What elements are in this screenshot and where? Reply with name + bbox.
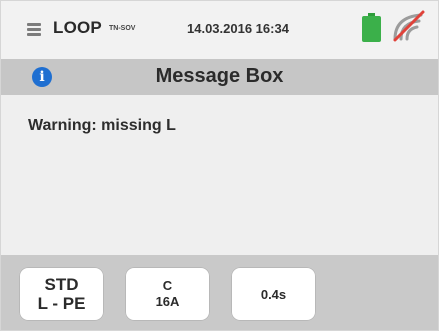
instrument-screen: LOOP TN-SOV 14.03.2016 16:34 Message Box… xyxy=(0,0,439,331)
message-area: Warning: missing L xyxy=(1,95,438,255)
softkey-bar: STD L - PE C 16A 0.4s xyxy=(1,255,438,330)
mode-label: LOOP xyxy=(53,18,102,37)
protection-device-button[interactable]: C 16A xyxy=(125,267,210,321)
menu-icon[interactable] xyxy=(27,23,41,36)
softkey-line2: 16A xyxy=(155,294,180,309)
datetime: 14.03.2016 16:34 xyxy=(187,21,289,36)
info-icon[interactable]: i xyxy=(32,67,52,87)
test-type-button[interactable]: STD L - PE xyxy=(19,267,104,321)
battery-full-icon xyxy=(362,13,381,42)
signal-off-icon xyxy=(391,9,427,48)
softkey-line1: 0.4s xyxy=(260,286,287,302)
warning-message: Warning: missing L xyxy=(28,117,176,134)
title-bar: Message Box i xyxy=(1,59,438,95)
mode-subscript: TN-SOV xyxy=(109,25,136,32)
softkey-line1: C xyxy=(162,278,173,293)
softkey-line2: L - PE xyxy=(37,294,86,313)
page-title: Message Box xyxy=(155,65,284,87)
status-bar: LOOP TN-SOV 14.03.2016 16:34 xyxy=(1,1,438,59)
softkey-line1: STD xyxy=(44,275,79,294)
trip-time-button[interactable]: 0.4s xyxy=(231,267,316,321)
